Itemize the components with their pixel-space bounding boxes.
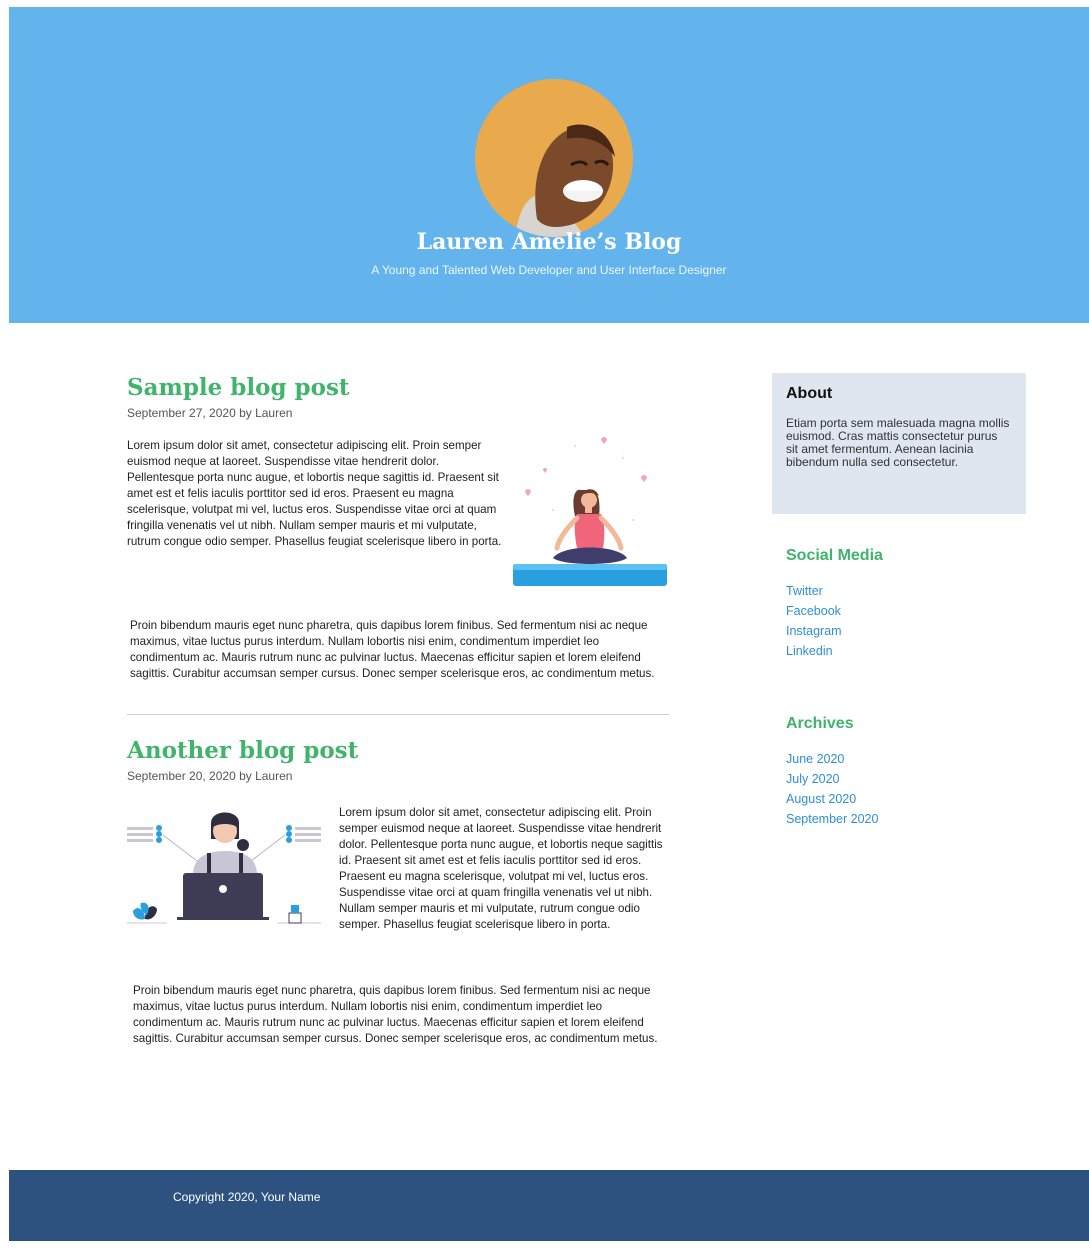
archives-section: Archives June 2020 July 2020 August 2020… <box>772 715 1026 829</box>
post-meta: September 27, 2020 by Lauren <box>127 406 293 420</box>
post-title[interactable]: Sample blog post <box>127 372 669 404</box>
social-link-twitter[interactable]: Twitter <box>786 581 1026 601</box>
archive-link-september-2020[interactable]: September 2020 <box>786 809 1026 829</box>
archive-link-july-2020[interactable]: July 2020 <box>786 769 1026 789</box>
site-header: Lauren Amelie’s Blog A Young and Talente… <box>9 7 1089 323</box>
about-heading: About <box>786 385 833 402</box>
archive-link-august-2020[interactable]: August 2020 <box>786 789 1026 809</box>
about-text: Etiam porta sem malesuada magna mollis e… <box>786 416 1010 469</box>
avatar-photo-icon <box>475 79 633 237</box>
blog-subtitle: A Young and Talented Web Developer and U… <box>371 263 727 277</box>
post-meta: September 20, 2020 by Lauren <box>127 769 293 783</box>
blog-post: Sample blog post September 27, 2020 by L… <box>127 372 669 682</box>
post-paragraph: Proin bibendum mauris eget nunc pharetra… <box>130 619 655 680</box>
site-footer: Copyright 2020, Your Name <box>9 1170 1089 1241</box>
social-link-instagram[interactable]: Instagram <box>786 621 1026 641</box>
post-divider <box>127 714 669 715</box>
post-paragraph: Proin bibendum mauris eget nunc pharetra… <box>133 984 658 1045</box>
footer-copyright: Copyright 2020, Your Name <box>173 1190 321 1204</box>
post-body: Lorem ipsum dolor sit amet, consectetur … <box>127 805 669 965</box>
about-box: About Etiam porta sem malesuada magna mo… <box>772 373 1026 514</box>
post-paragraph: Lorem ipsum dolor sit amet, consectetur … <box>339 806 663 931</box>
sidebar: About Etiam porta sem malesuada magna mo… <box>772 373 1026 829</box>
post-paragraph: Lorem ipsum dolor sit amet, consectetur … <box>127 439 502 548</box>
social-media-heading: Social Media <box>786 547 883 564</box>
blog-title: Lauren Amelie’s Blog <box>416 229 682 255</box>
post-body: Lorem ipsum dolor sit amet, consectetur … <box>127 437 669 596</box>
social-link-linkedin[interactable]: Linkedin <box>786 641 1026 661</box>
social-media-section: Social Media Twitter Facebook Instagram … <box>772 547 1026 661</box>
working-illustration-icon <box>127 812 321 924</box>
blog-post: Another blog post September 20, 2020 by … <box>127 735 669 1047</box>
yoga-illustration-icon <box>513 437 667 586</box>
avatar <box>475 79 633 237</box>
archives-heading: Archives <box>786 715 854 732</box>
post-title[interactable]: Another blog post <box>127 735 669 767</box>
archive-link-june-2020[interactable]: June 2020 <box>786 749 1026 769</box>
social-link-facebook[interactable]: Facebook <box>786 601 1026 621</box>
main-content: Sample blog post September 27, 2020 by L… <box>127 372 669 1047</box>
